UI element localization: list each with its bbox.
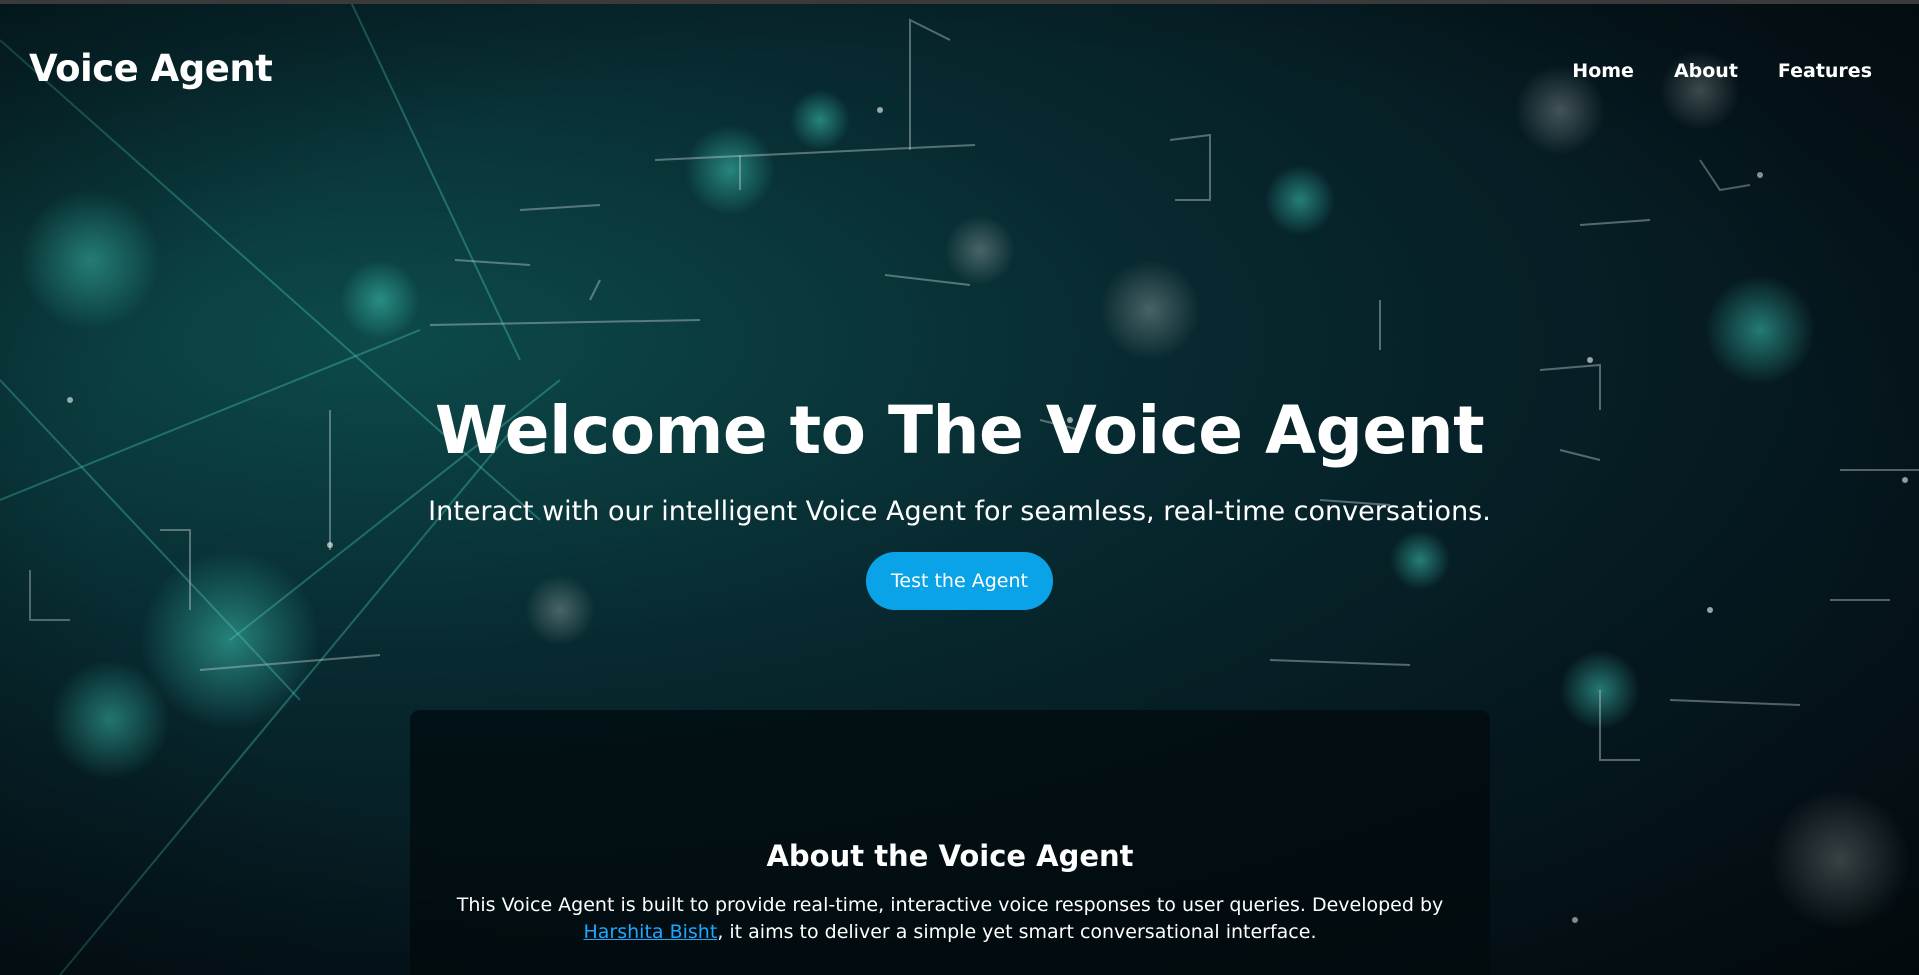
- brand-logo[interactable]: Voice Agent: [29, 47, 273, 90]
- nav-links: Home About Features: [1572, 60, 1872, 82]
- page: Voice Agent Home About Features Welcome …: [0, 0, 1919, 975]
- nav-link-home[interactable]: Home: [1572, 60, 1634, 82]
- window-top-border: [0, 0, 1919, 4]
- about-description: This Voice Agent is built to provide rea…: [450, 892, 1450, 946]
- author-link[interactable]: Harshita Bisht: [584, 921, 718, 943]
- test-agent-button[interactable]: Test the Agent: [866, 552, 1053, 610]
- hero-title: Welcome to The Voice Agent: [434, 392, 1485, 469]
- hero-subtitle: Interact with our intelligent Voice Agen…: [428, 496, 1491, 527]
- about-card: About the Voice Agent This Voice Agent i…: [410, 710, 1490, 975]
- hero-section: Welcome to The Voice Agent Interact with…: [0, 390, 1919, 610]
- nav-link-about[interactable]: About: [1674, 60, 1738, 82]
- about-text-after: , it aims to deliver a simple yet smart …: [717, 921, 1317, 943]
- about-text-before: This Voice Agent is built to provide rea…: [456, 894, 1444, 916]
- about-title: About the Voice Agent: [766, 839, 1134, 873]
- nav-link-features[interactable]: Features: [1778, 60, 1872, 82]
- navbar: Voice Agent Home About Features: [0, 4, 1919, 134]
